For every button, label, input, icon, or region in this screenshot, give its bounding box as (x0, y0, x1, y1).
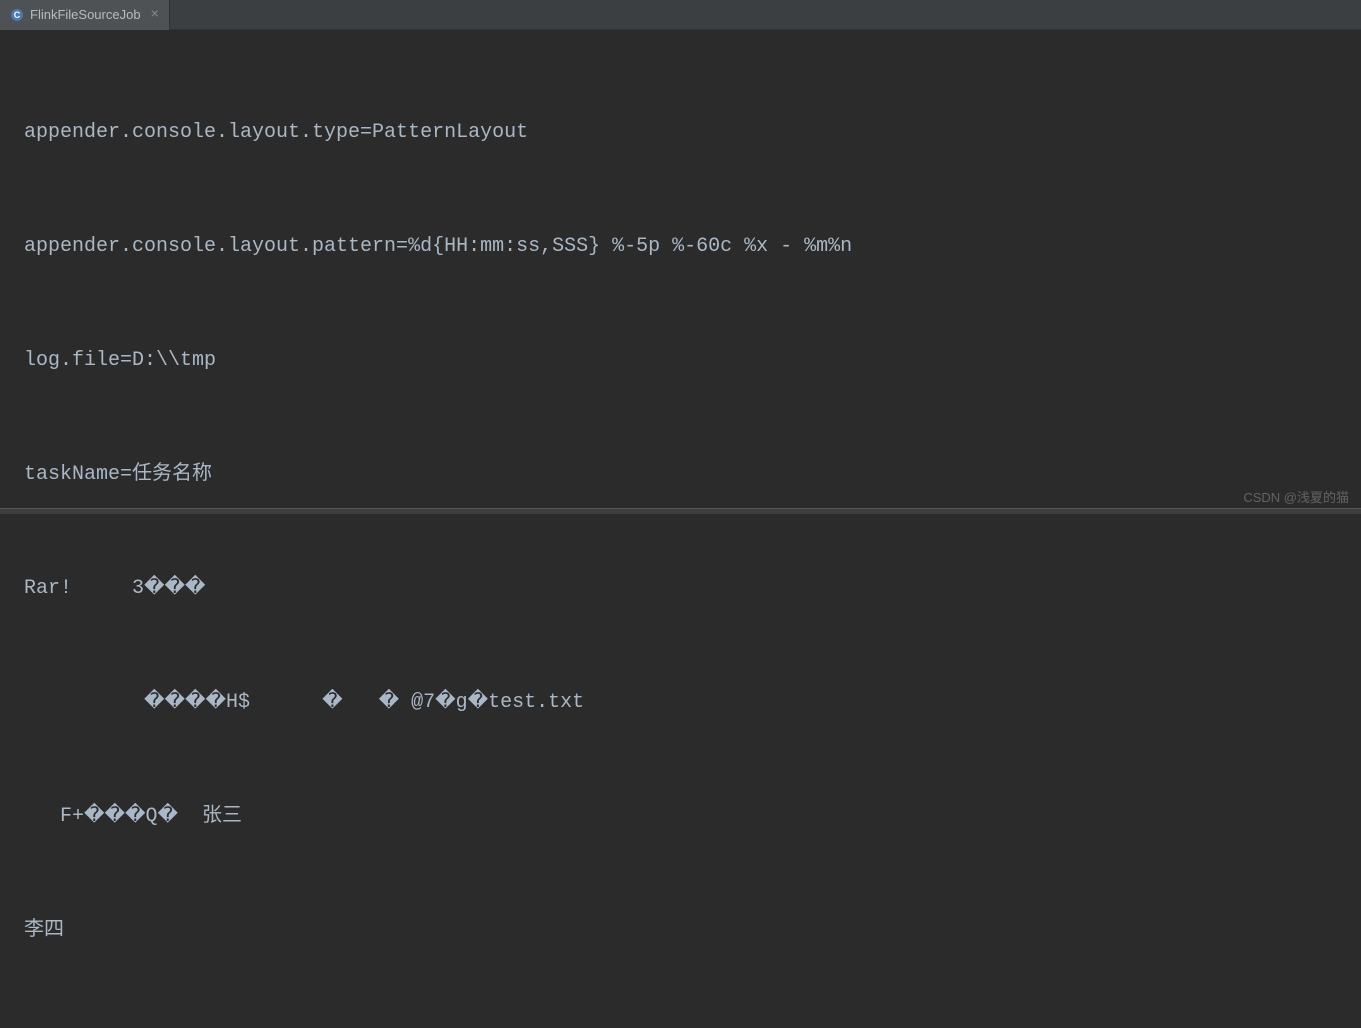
editor-line: appender.console.layout.type=PatternLayo… (24, 114, 1337, 152)
editor-line: log.file=D:\\tmp (24, 342, 1337, 380)
editor-line: ����H$ � � @7�g�test.txt (24, 684, 1337, 722)
editor-line: taskName=任务名称 (24, 456, 1337, 494)
editor-content[interactable]: appender.console.layout.type=PatternLayo… (0, 30, 1361, 1028)
close-icon[interactable]: × (151, 7, 159, 23)
tab-bar: C FlinkFileSourceJob × (0, 0, 1361, 30)
java-class-icon: C (10, 8, 24, 22)
tab-label: FlinkFileSourceJob (30, 7, 141, 22)
status-bar (0, 508, 1361, 514)
editor-line: 李四 (24, 912, 1337, 950)
svg-text:C: C (14, 10, 21, 20)
tab-flinkfilesourcejob[interactable]: C FlinkFileSourceJob × (0, 0, 170, 30)
editor-line: F+���Q� 张三 (24, 798, 1337, 836)
watermark: CSDN @浅夏的猫 (1243, 487, 1349, 506)
editor-line: 黄五 wVQ (24, 1026, 1337, 1028)
editor-line: appender.console.layout.pattern=%d{HH:mm… (24, 228, 1337, 266)
editor-line: Rar! 3��� (24, 570, 1337, 608)
